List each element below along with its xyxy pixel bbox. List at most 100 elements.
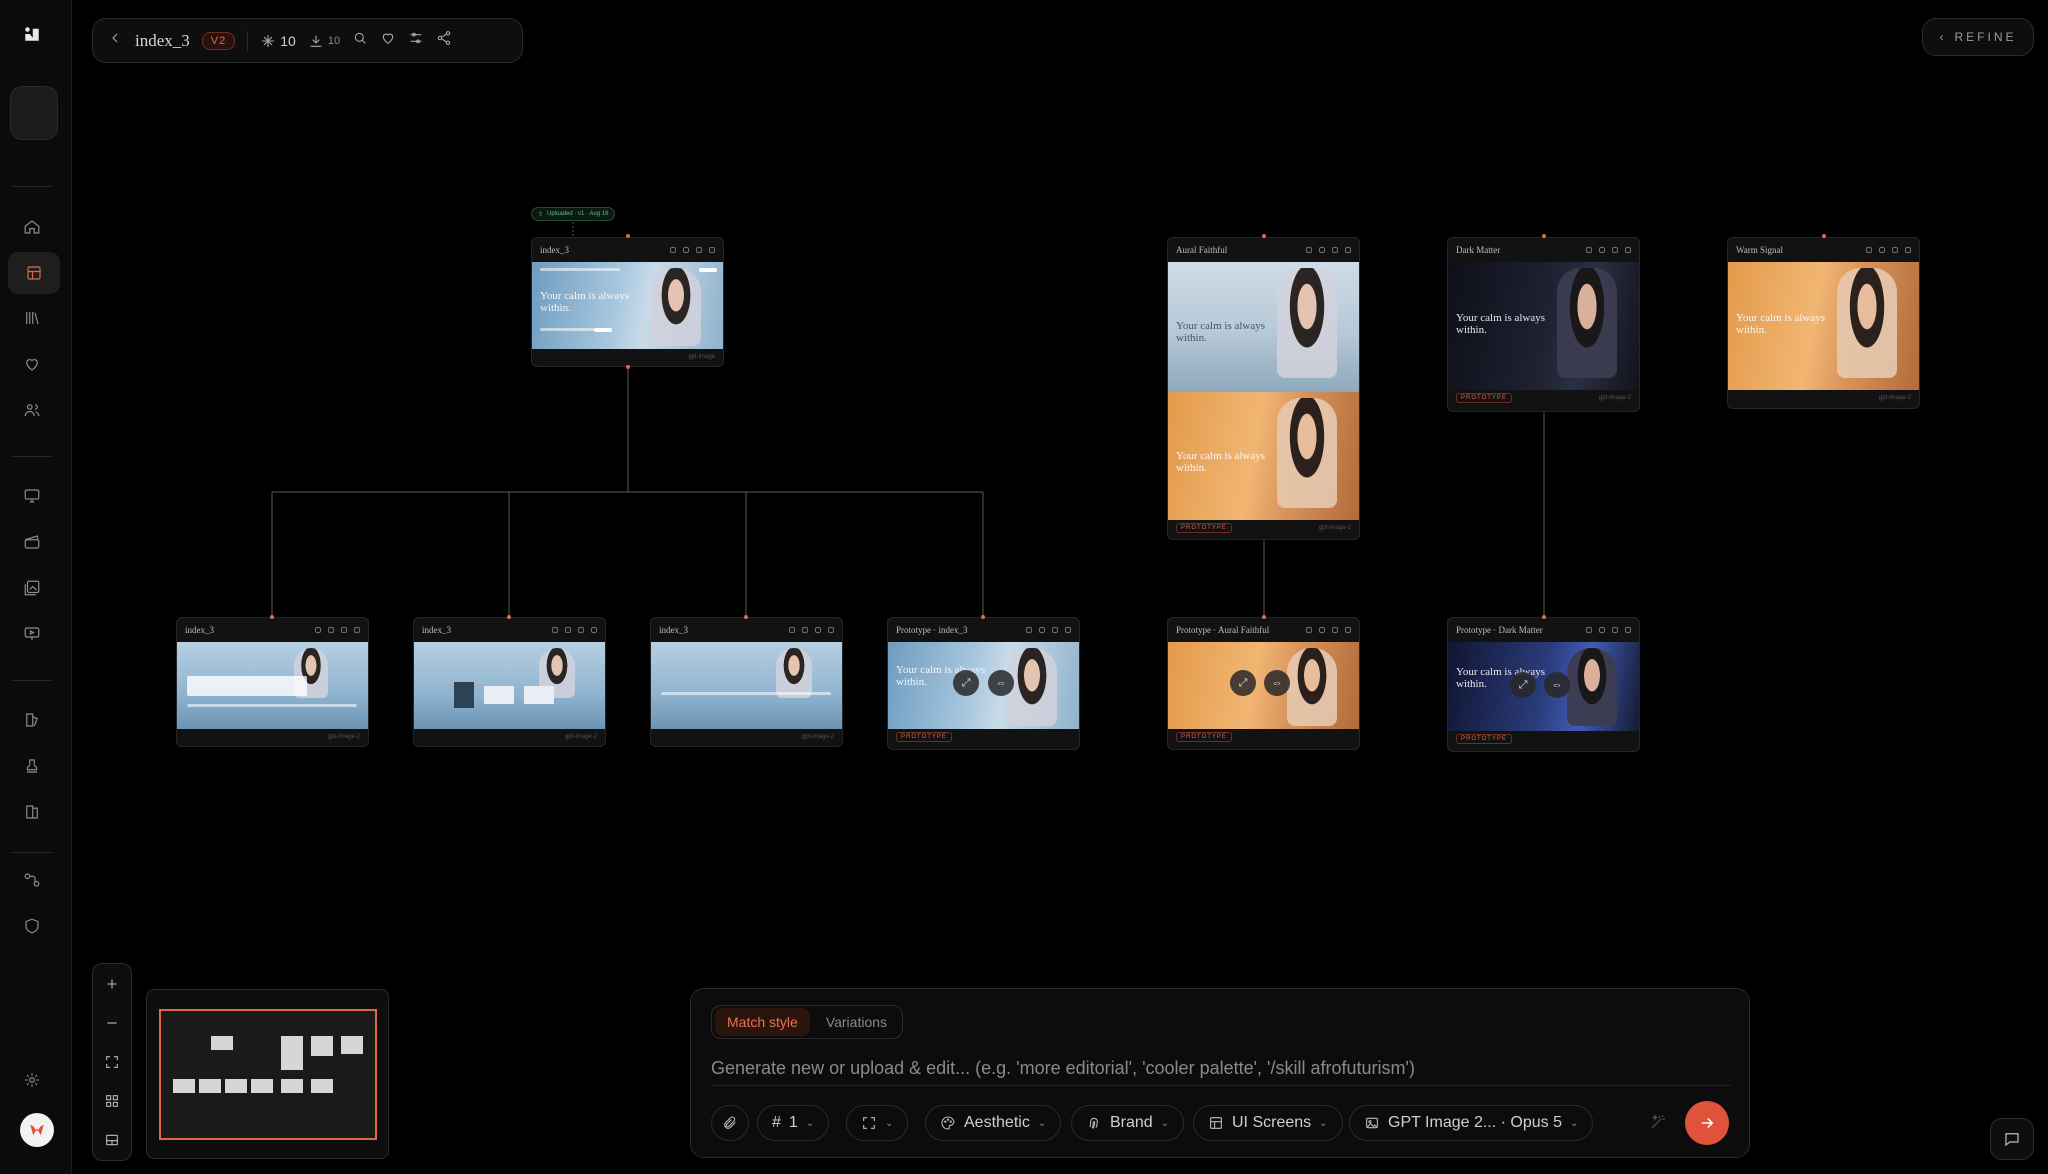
node-tools[interactable] [1306, 627, 1351, 633]
node-child-5[interactable]: Prototype · Aural Faithful ⤢ ⇔ PROTOTYPE [1167, 617, 1360, 750]
prompt-input[interactable] [711, 1053, 1731, 1083]
minimap[interactable] [146, 989, 389, 1159]
tab-variations[interactable]: Variations [814, 1008, 899, 1036]
zoom-out-icon[interactable] [100, 1011, 124, 1035]
node-preview-image[interactable] [651, 642, 842, 729]
node-tools[interactable] [552, 627, 597, 633]
share-icon[interactable] [436, 30, 452, 51]
node-tools[interactable] [1586, 247, 1631, 253]
magic-enhance-icon[interactable] [1649, 1113, 1669, 1133]
gear-icon[interactable] [18, 1066, 46, 1094]
node-preview-image[interactable]: Your calm is always within. [1728, 262, 1919, 390]
style-guide-icon[interactable] [18, 798, 46, 826]
link-icon[interactable]: ⇔ [988, 670, 1014, 696]
version-badge[interactable]: V2 [201, 31, 236, 50]
favorite-heart-icon[interactable] [380, 30, 396, 51]
zoom-in-icon[interactable] [100, 972, 124, 996]
stamp-icon[interactable] [18, 752, 46, 780]
user-avatar[interactable] [20, 1113, 54, 1147]
attach-button[interactable] [711, 1105, 749, 1141]
node-preview-image[interactable] [414, 642, 605, 729]
count-select[interactable]: #1 ⌄ [757, 1105, 830, 1141]
palette-icon [941, 1116, 955, 1130]
chat-button[interactable] [1990, 1118, 2034, 1160]
hero-text: Your calm is always within. [540, 290, 630, 315]
node-tools[interactable] [670, 247, 715, 253]
node-port [744, 615, 748, 619]
ui-screens-select[interactable]: UI Screens ⌄ [1193, 1105, 1343, 1141]
shield-icon[interactable] [18, 912, 46, 940]
app-logo-icon[interactable] [18, 20, 46, 48]
aesthetic-select[interactable]: Aesthetic ⌄ [925, 1105, 1062, 1141]
workspace-avatar[interactable] [10, 86, 58, 140]
rail-divider [12, 456, 52, 457]
chevron-down-icon: ⌄ [1570, 1117, 1579, 1129]
fit-view-icon[interactable] [100, 1050, 124, 1074]
node-child-3[interactable]: index_3 gpt-image-2 [650, 617, 843, 747]
heart-icon[interactable] [18, 350, 46, 378]
node-preview-image-2[interactable]: Your calm is always within. [1168, 392, 1359, 520]
minimap-viewport[interactable] [159, 1009, 377, 1140]
home-icon[interactable] [18, 213, 46, 241]
brand-kit-icon[interactable] [18, 706, 46, 734]
expand-icon[interactable]: ⤢ [1230, 670, 1256, 696]
node-preview-image[interactable]: Your calm is always within. [1448, 262, 1639, 390]
presentation-icon[interactable] [18, 620, 46, 648]
hero-text: Your calm is always within. [1176, 320, 1266, 345]
aspect-select[interactable]: ⌄ [846, 1105, 909, 1141]
node-tools[interactable] [789, 627, 834, 633]
rail-divider [12, 680, 52, 681]
prompt-composer: Match style Variations #1⌄ ⌄ Aesthetic⌄ … [690, 988, 1750, 1158]
team-icon[interactable] [18, 396, 46, 424]
node-title: Prototype · Aural Faithful [1176, 625, 1270, 635]
node-preview-image[interactable] [177, 642, 368, 729]
link-icon[interactable]: ⇔ [1544, 672, 1570, 698]
clapper-icon[interactable] [18, 528, 46, 556]
node-aural-faithful[interactable]: Aural Faithful Your calm is always withi… [1167, 237, 1360, 540]
link-icon[interactable]: ⇔ [1264, 670, 1290, 696]
compare-icon[interactable] [408, 30, 424, 51]
workflow-icon[interactable] [18, 866, 46, 894]
node-root[interactable]: index_3 Your calm is always within. gpt-… [531, 237, 724, 367]
node-tools[interactable] [1306, 247, 1351, 253]
node-tools[interactable] [1586, 627, 1631, 633]
node-preview-image[interactable]: Your calm is always within. [1168, 262, 1359, 392]
downloads-count[interactable]: 10 [308, 33, 340, 49]
node-child-4[interactable]: Prototype · index_3 Your calm is always … [887, 617, 1080, 750]
expand-icon[interactable]: ⤢ [1510, 672, 1536, 698]
node-warm-signal[interactable]: Warm Signal Your calm is always within. … [1727, 237, 1920, 409]
tab-match-style[interactable]: Match style [715, 1008, 810, 1036]
search-icon[interactable] [352, 30, 368, 51]
canvas-icon[interactable] [8, 252, 60, 294]
project-title[interactable]: index_3 [135, 31, 190, 51]
prototype-tag: PROTOTYPE [1176, 732, 1232, 742]
layout-panel-icon[interactable] [100, 1128, 124, 1152]
node-tools[interactable] [1026, 627, 1071, 633]
refine-button[interactable]: ‹ REFINE [1922, 18, 2034, 56]
node-tools[interactable] [315, 627, 360, 633]
model-tag: gpt-image-2 [327, 734, 360, 740]
library-icon[interactable] [18, 304, 46, 332]
node-child-2[interactable]: index_3 gpt-image-2 [413, 617, 606, 747]
node-port [626, 234, 630, 238]
grid-view-icon[interactable] [100, 1089, 124, 1113]
node-dark-matter[interactable]: Dark Matter Your calm is always within. … [1447, 237, 1640, 412]
back-chevron-icon[interactable] [107, 30, 123, 51]
rail-divider [12, 186, 52, 187]
node-title: index_3 [659, 625, 688, 635]
monitor-icon[interactable] [18, 482, 46, 510]
node-preview-image[interactable]: Your calm is always within. ⤢ ⇔ [888, 642, 1079, 729]
node-preview-image[interactable]: Your calm is always within. ⤢ ⇔ [1448, 642, 1639, 731]
send-button[interactable] [1685, 1101, 1729, 1145]
node-tools[interactable] [1866, 247, 1911, 253]
node-title: Prototype · Dark Matter [1456, 625, 1543, 635]
node-child-1[interactable]: index_3 gpt-image-2 [176, 617, 369, 747]
gallery-icon[interactable] [18, 574, 46, 602]
node-child-6[interactable]: Prototype · Dark Matter Your calm is alw… [1447, 617, 1640, 752]
node-preview-image[interactable]: Your calm is always within. [532, 262, 723, 349]
node-preview-image[interactable]: ⤢ ⇔ [1168, 642, 1359, 729]
model-tag: gpt-image-2 [564, 734, 597, 740]
brand-select[interactable]: Brand ⌄ [1071, 1105, 1185, 1141]
expand-icon[interactable]: ⤢ [953, 670, 979, 696]
model-select[interactable]: GPT Image 2... · Opus 5 ⌄ [1349, 1105, 1594, 1141]
